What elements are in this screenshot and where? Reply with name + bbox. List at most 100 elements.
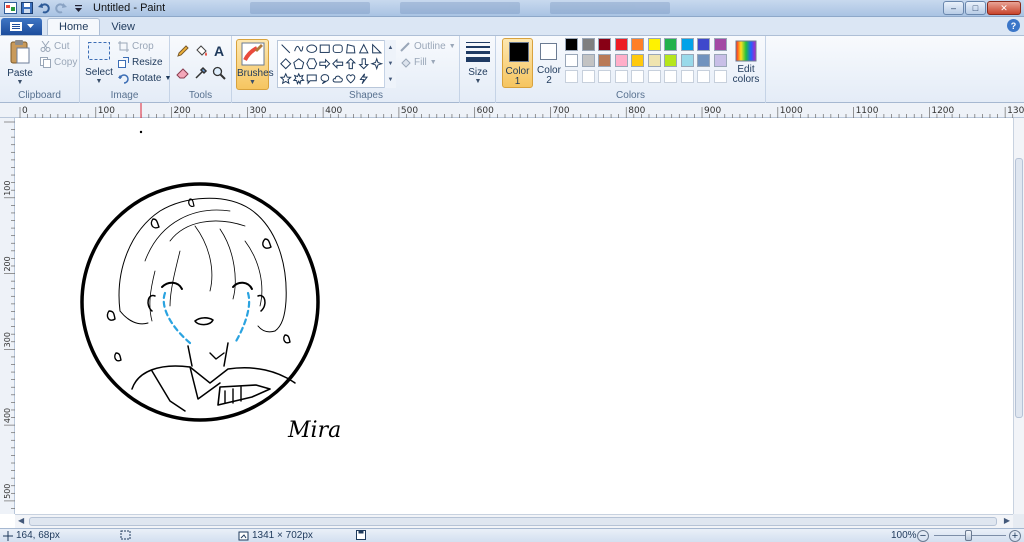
shapes-scroll[interactable]: ▲ ▼ ▼ <box>384 40 396 88</box>
palette-swatch[interactable] <box>680 54 694 67</box>
palette-swatch[interactable] <box>581 54 595 67</box>
fill-dropdown[interactable]: Fill ▼ <box>400 57 437 68</box>
palette-swatch[interactable] <box>598 54 611 67</box>
horizontal-scrollbar[interactable]: ◀ ▶ <box>15 514 1013 528</box>
color-picker-tool[interactable] <box>192 64 210 82</box>
palette-swatch[interactable] <box>664 38 677 51</box>
shape-option[interactable] <box>358 43 369 54</box>
chevron-down-icon: ▼ <box>16 79 24 86</box>
shape-option[interactable] <box>332 44 343 53</box>
palette-swatch[interactable] <box>713 70 727 83</box>
palette-swatch[interactable] <box>614 54 628 67</box>
redo-icon[interactable] <box>54 2 68 15</box>
palette-swatch[interactable] <box>565 54 578 67</box>
shape-option[interactable] <box>306 74 317 85</box>
shape-option[interactable] <box>281 44 291 54</box>
minimize-button[interactable]: – <box>943 1 964 15</box>
palette-swatch[interactable] <box>631 54 644 67</box>
palette-swatch[interactable] <box>581 38 595 51</box>
shape-option[interactable] <box>332 75 343 83</box>
palette-swatch[interactable] <box>680 38 694 51</box>
help-icon[interactable]: ? <box>1007 19 1020 32</box>
shape-option[interactable] <box>346 74 356 84</box>
palette-swatch[interactable] <box>631 70 644 83</box>
maximize-button[interactable]: □ <box>965 1 986 15</box>
canvas-area[interactable]: Mira <box>15 118 1013 514</box>
paint-menu-button[interactable] <box>1 18 42 35</box>
zoom-slider-thumb[interactable] <box>965 530 972 541</box>
palette-swatch[interactable] <box>647 38 661 51</box>
brushes-button[interactable]: Brushes ▼ <box>236 39 274 90</box>
shape-option[interactable] <box>292 72 305 85</box>
copy-button[interactable]: Copy <box>40 57 77 68</box>
palette-swatch[interactable] <box>598 70 611 83</box>
close-button[interactable]: ✕ <box>987 1 1021 15</box>
palette-swatch[interactable] <box>581 70 595 83</box>
palette-swatch[interactable] <box>647 54 661 67</box>
palette-swatch[interactable] <box>631 38 644 51</box>
shape-option[interactable] <box>294 45 304 52</box>
horizontal-scroll-thumb[interactable] <box>29 517 997 526</box>
shape-option[interactable] <box>280 58 292 70</box>
pencil-icon <box>177 45 189 57</box>
fill-tool[interactable] <box>192 42 210 60</box>
drawing-canvas[interactable]: Mira <box>20 121 1010 513</box>
shape-option[interactable] <box>346 44 356 54</box>
palette-swatch[interactable] <box>697 38 710 51</box>
palette-swatch[interactable] <box>713 38 727 51</box>
shape-option[interactable] <box>372 43 383 54</box>
palette-swatch[interactable] <box>697 70 710 83</box>
edit-colors-button[interactable]: Edit colors <box>732 38 760 88</box>
customize-quick-access-icon[interactable] <box>71 2 85 15</box>
shape-option[interactable] <box>319 44 330 53</box>
palette-swatch[interactable] <box>614 38 628 51</box>
palette-swatch[interactable] <box>614 70 628 83</box>
vertical-scrollbar[interactable] <box>1013 118 1024 514</box>
palette-swatch[interactable] <box>598 38 611 51</box>
undo-icon[interactable] <box>37 2 51 15</box>
color2-selector[interactable]: Color 2 <box>536 38 562 88</box>
shape-option[interactable] <box>359 73 369 84</box>
cut-button[interactable]: Cut <box>40 41 70 52</box>
crop-button[interactable]: Crop <box>118 41 154 52</box>
save-icon[interactable] <box>20 2 34 15</box>
scroll-right-icon[interactable]: ▶ <box>1004 516 1010 525</box>
shape-option[interactable] <box>279 72 292 85</box>
rotate-button[interactable]: Rotate ▼ <box>118 73 171 84</box>
shape-option[interactable] <box>332 58 344 70</box>
palette-swatch[interactable] <box>713 54 727 67</box>
shape-option[interactable] <box>370 57 384 71</box>
palette-swatch[interactable] <box>664 70 677 83</box>
magnifier-tool[interactable] <box>210 64 228 82</box>
tab-view[interactable]: View <box>100 18 146 35</box>
resize-button[interactable]: Resize <box>118 57 163 68</box>
palette-swatch[interactable] <box>565 38 578 51</box>
zoom-in-button[interactable]: + <box>1009 530 1021 542</box>
shape-option[interactable] <box>293 58 305 70</box>
paint-app-icon[interactable] <box>3 2 17 15</box>
zoom-out-button[interactable]: − <box>917 530 929 542</box>
shape-option[interactable] <box>345 58 357 70</box>
outline-dropdown[interactable]: Outline ▼ <box>400 41 456 52</box>
pencil-tool[interactable] <box>174 42 192 60</box>
color1-selector[interactable]: Color 1 <box>502 38 533 88</box>
eraser-tool[interactable] <box>174 64 192 82</box>
tab-home[interactable]: Home <box>47 18 101 35</box>
paste-button[interactable]: Paste ▼ <box>4 39 36 87</box>
vertical-scroll-thumb[interactable] <box>1015 158 1023 418</box>
size-button[interactable]: Size ▼ <box>462 41 494 86</box>
shape-option[interactable] <box>306 44 318 53</box>
palette-swatch[interactable] <box>664 54 677 67</box>
color2-number: 2 <box>546 75 552 86</box>
scroll-left-icon[interactable]: ◀ <box>18 516 24 525</box>
palette-swatch[interactable] <box>697 54 710 67</box>
palette-swatch[interactable] <box>647 70 661 83</box>
shape-option[interactable] <box>306 58 318 70</box>
text-tool[interactable]: A <box>210 42 228 60</box>
shape-option[interactable] <box>319 58 331 70</box>
shape-option[interactable] <box>320 74 330 85</box>
palette-swatch[interactable] <box>680 70 694 83</box>
palette-swatch[interactable] <box>565 70 578 83</box>
select-button[interactable]: Select ▼ <box>84 41 114 86</box>
shape-option[interactable] <box>358 58 370 70</box>
